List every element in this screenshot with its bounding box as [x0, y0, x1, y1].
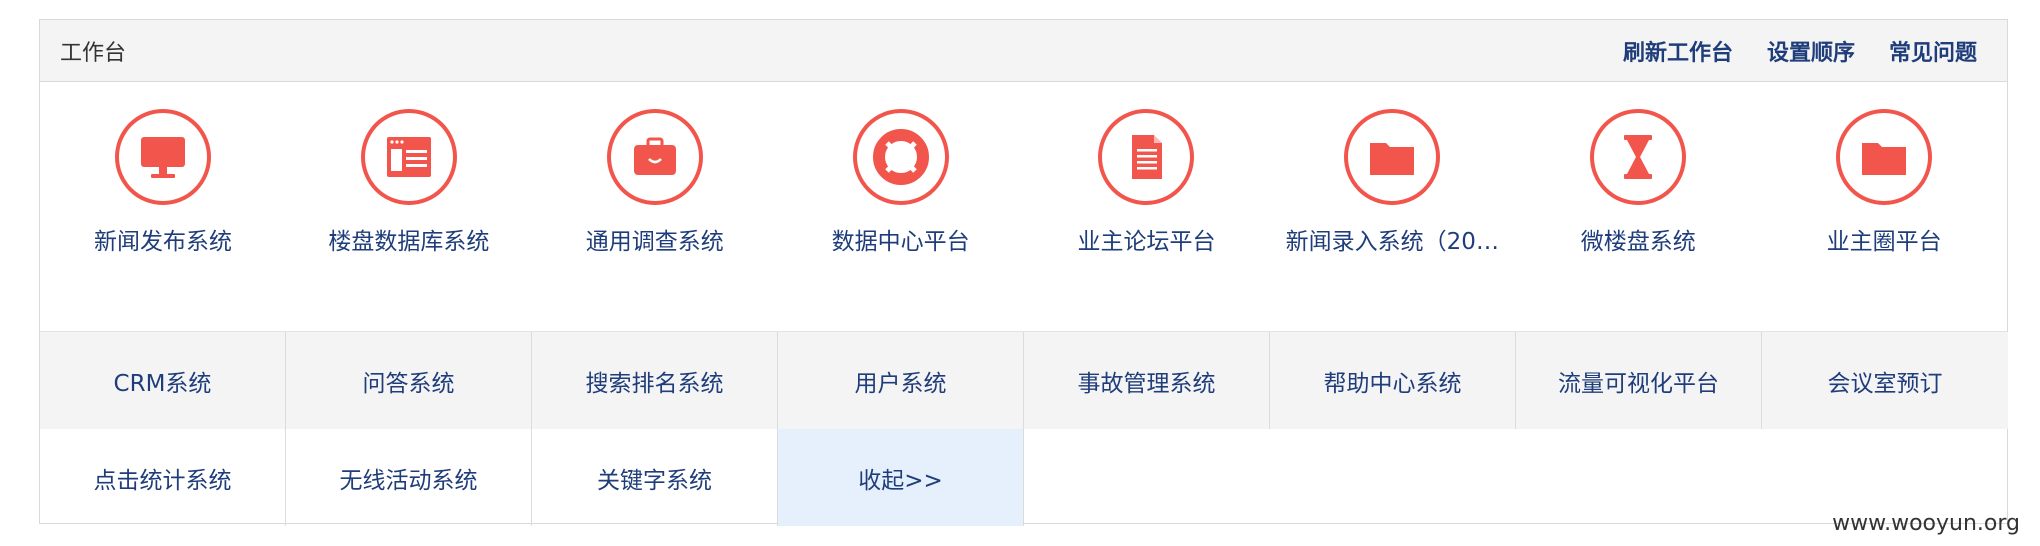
app-label: 数据中心平台	[831, 229, 970, 255]
app-label: 业主论坛平台	[1077, 229, 1216, 255]
workbench-panel: 工作台 刷新工作台 设置顺序 常见问题 新闻发布系统 楼盘数据库系统 通用调查系…	[39, 19, 2008, 526]
hourglass-icon	[1590, 109, 1687, 205]
briefcase-icon	[606, 109, 703, 205]
system-link-incident[interactable]: 事故管理系统	[1024, 332, 1270, 429]
app-label: 业主圈平台	[1826, 229, 1942, 255]
system-link-user[interactable]: 用户系统	[778, 332, 1024, 429]
collapse-button[interactable]: 收起>>	[778, 429, 1024, 526]
system-link-click-stats[interactable]: 点击统计系统	[40, 429, 286, 526]
watermark: www.wooyun.org	[1832, 511, 2020, 536]
app-label: 新闻发布系统	[93, 229, 232, 255]
folder-icon	[1836, 109, 1933, 205]
system-link-wireless-activity[interactable]: 无线活动系统	[286, 429, 532, 526]
empty-cell	[1270, 429, 1516, 526]
app-label: 楼盘数据库系统	[328, 229, 490, 255]
system-link-crm[interactable]: CRM系统	[40, 332, 286, 429]
refresh-workbench-link[interactable]: 刷新工作台	[1623, 35, 1733, 67]
app-property-database[interactable]: 楼盘数据库系统	[286, 82, 532, 331]
system-links-grid: CRM系统 问答系统 搜索排名系统 用户系统 事故管理系统 帮助中心系统 流量可…	[40, 332, 2008, 526]
app-news-publish[interactable]: 新闻发布系统	[40, 82, 286, 331]
app-label: 新闻录入系统（20…	[1285, 229, 1499, 255]
folder-icon	[1344, 109, 1441, 205]
empty-cell	[1516, 429, 1762, 526]
app-micro-property[interactable]: 微楼盘系统	[1515, 82, 1761, 331]
empty-cell	[1024, 429, 1270, 526]
system-link-help-center[interactable]: 帮助中心系统	[1270, 332, 1516, 429]
app-data-center[interactable]: 数据中心平台	[778, 82, 1024, 331]
app-news-entry[interactable]: 新闻录入系统（20…	[1269, 82, 1515, 331]
app-label: 通用调查系统	[585, 229, 724, 255]
faq-link[interactable]: 常见问题	[1889, 35, 1977, 67]
app-owner-forum[interactable]: 业主论坛平台	[1024, 82, 1270, 331]
header-actions: 刷新工作台 设置顺序 常见问题	[1589, 35, 1977, 67]
app-general-survey[interactable]: 通用调查系统	[532, 82, 778, 331]
workbench-header: 工作台 刷新工作台 设置顺序 常见问题	[40, 20, 2007, 82]
lifebuoy-icon	[852, 109, 949, 205]
workbench-title: 工作台	[60, 40, 127, 66]
app-icon-row: 新闻发布系统 楼盘数据库系统 通用调查系统 数据中心平台 业主论坛平台 新闻录入…	[40, 82, 2007, 332]
system-link-meeting-room[interactable]: 会议室预订	[1762, 332, 2008, 429]
monitor-icon	[114, 109, 211, 205]
app-label: 微楼盘系统	[1580, 229, 1696, 255]
app-owner-circle[interactable]: 业主圈平台	[1761, 82, 2007, 331]
system-link-traffic-viz[interactable]: 流量可视化平台	[1516, 332, 1762, 429]
set-order-link[interactable]: 设置顺序	[1767, 35, 1855, 67]
browser-window-icon	[360, 109, 457, 205]
system-link-qa[interactable]: 问答系统	[286, 332, 532, 429]
system-link-search-ranking[interactable]: 搜索排名系统	[532, 332, 778, 429]
system-link-keyword[interactable]: 关键字系统	[532, 429, 778, 526]
document-icon	[1098, 109, 1195, 205]
